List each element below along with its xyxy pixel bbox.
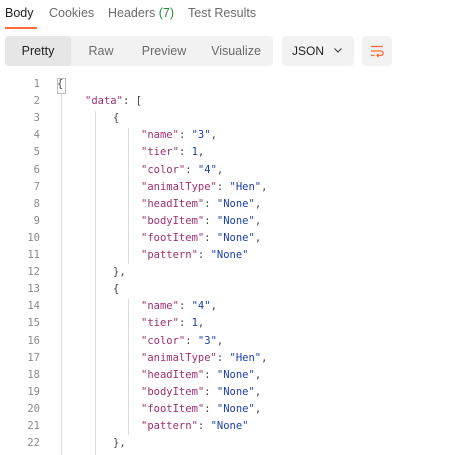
format-label: JSON: [292, 44, 325, 58]
code-text: },: [113, 266, 126, 279]
code-text: {: [113, 112, 120, 125]
code-text: "headItem": "None",: [141, 368, 262, 381]
line-number: 11: [27, 249, 40, 261]
line-number: 18: [27, 368, 40, 381]
tab-cookies[interactable]: Cookies: [49, 6, 94, 20]
code-line: 8 "headItem": "None",: [0, 196, 474, 213]
code-line: 14 "name": "4",: [0, 298, 474, 315]
code-line: 16 "color": "3",: [0, 333, 474, 350]
tab-headers-label: Headers: [108, 6, 156, 20]
code-text: "animalType": "Hen",: [141, 351, 268, 364]
view-mode-visualize[interactable]: Visualize: [200, 36, 272, 66]
line-number: 9: [33, 214, 40, 227]
code-line: 21 "pattern": "None": [0, 418, 474, 435]
line-number: 6: [33, 163, 40, 176]
line-number: 8: [33, 197, 40, 210]
headers-count-badge: (7): [158, 6, 175, 20]
code-text: "animalType": "Hen",: [141, 180, 268, 193]
view-mode-raw[interactable]: Raw: [71, 36, 131, 66]
code-text: "pattern": "None": [141, 249, 249, 261]
code-text: "bodyItem": "None",: [141, 385, 262, 398]
code-text: {: [57, 78, 64, 90]
format-dropdown[interactable]: JSON: [282, 36, 354, 66]
line-number: 1: [33, 78, 40, 90]
line-number: 13: [27, 283, 40, 296]
wrap-lines-button[interactable]: [362, 36, 392, 66]
line-number: 12: [27, 266, 40, 279]
code-text: },: [113, 437, 126, 450]
tab-body[interactable]: Body: [5, 6, 34, 20]
code-line: 22},: [0, 435, 474, 452]
tab-test-results[interactable]: Test Results: [188, 6, 256, 20]
line-number: 10: [27, 231, 40, 244]
code-line: 13 {: [0, 281, 474, 298]
code-line: 9 "bodyItem": "None",: [0, 213, 474, 230]
line-number: 17: [27, 351, 40, 364]
code-line: 5 "tier": 1,: [0, 144, 474, 161]
code-line: 7 "animalType": "Hen",: [0, 179, 474, 196]
code-line: 3{: [0, 110, 474, 127]
code-text: "footItem": "None",: [141, 402, 262, 415]
code-text: "tier": 1,: [141, 317, 205, 330]
code-text: "name": "4",: [141, 300, 217, 313]
tab-headers[interactable]: Headers (7): [108, 6, 174, 20]
code-text: "color": "3",: [141, 334, 224, 347]
code-line: 18 "headItem": "None",: [0, 367, 474, 384]
line-number: 7: [33, 180, 40, 193]
wrap-lines-icon: [371, 45, 384, 58]
line-number: 20: [27, 402, 40, 415]
response-panel: Body Cookies Headers (7) Test Results Pr…: [0, 0, 474, 455]
code-line: 17 "animalType": "Hen",: [0, 350, 474, 367]
view-mode-pretty[interactable]: Pretty: [5, 36, 71, 66]
code-text: "color": "4",: [141, 163, 224, 176]
line-number: 5: [33, 146, 40, 159]
code-text: "footItem": "None",: [141, 231, 262, 244]
code-line: 10 "footItem": "None",: [0, 230, 474, 247]
code-line: 15 "tier": 1,: [0, 315, 474, 332]
code-text: {: [113, 283, 120, 296]
code-line: 20 "footItem": "None",: [0, 401, 474, 418]
code-line: 6 "color": "4",: [0, 162, 474, 179]
code-text: "pattern": "None": [141, 420, 249, 432]
code-line: 4 "name": "3",: [0, 127, 474, 144]
active-tab-indicator: [5, 27, 37, 29]
code-text: "headItem": "None",: [141, 197, 262, 210]
response-tabs: Body Cookies Headers (7) Test Results: [0, 0, 474, 30]
code-text: "data": [: [85, 95, 142, 108]
line-number: 19: [27, 385, 40, 398]
view-mode-selector: Pretty Raw Preview Visualize: [5, 36, 273, 66]
line-number: 14: [27, 300, 40, 313]
code-text: "bodyItem": "None",: [141, 214, 262, 227]
chevron-down-icon: [334, 48, 342, 53]
code-line: 12},: [0, 264, 474, 281]
code-line: 1{: [0, 76, 474, 93]
view-mode-preview[interactable]: Preview: [131, 36, 197, 66]
line-number: 16: [27, 334, 40, 347]
code-line: 11 "pattern": "None": [0, 247, 474, 264]
code-line: 19 "bodyItem": "None",: [0, 384, 474, 401]
line-number: 15: [27, 317, 40, 330]
line-number: 22: [27, 437, 40, 450]
code-text: "tier": 1,: [141, 146, 205, 159]
line-number: 21: [27, 420, 40, 432]
code-text: "name": "3",: [141, 129, 217, 142]
line-number: 2: [33, 95, 40, 108]
line-number: 4: [33, 129, 40, 142]
line-number: 3: [33, 112, 40, 125]
code-line: 2 "data": [: [0, 93, 474, 110]
